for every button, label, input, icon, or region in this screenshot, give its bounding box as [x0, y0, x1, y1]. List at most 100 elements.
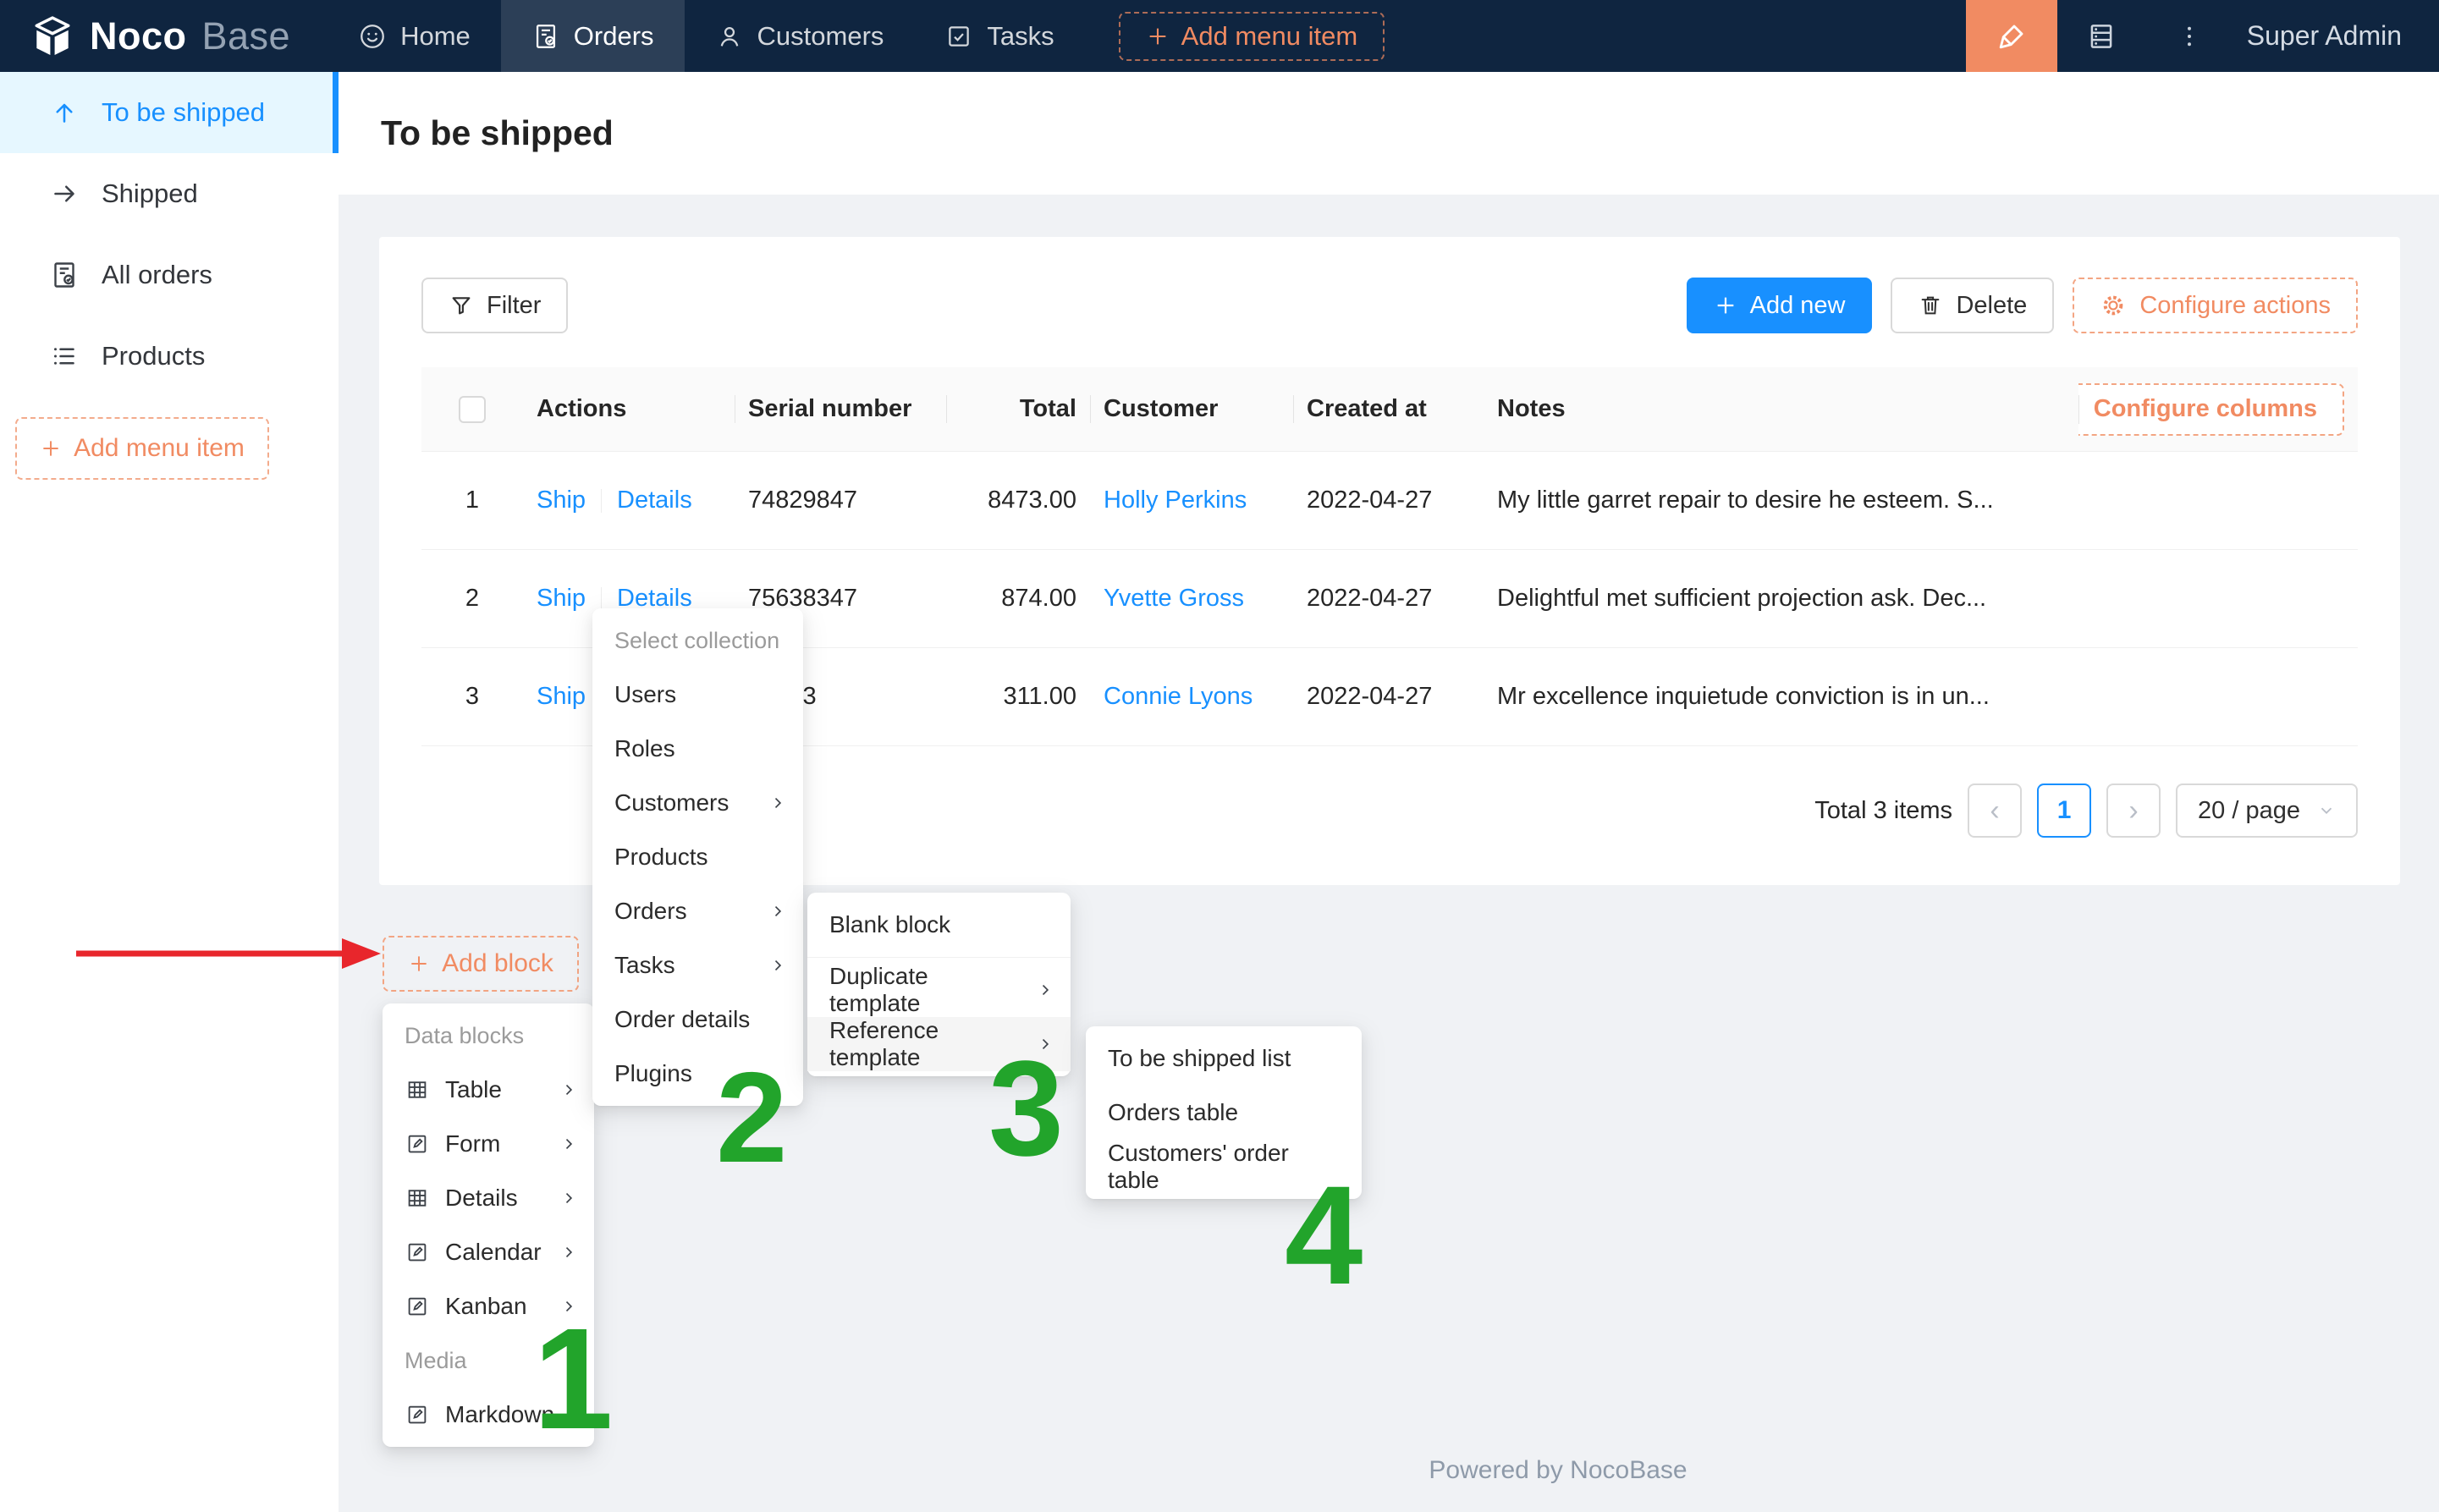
row-index: 1: [421, 487, 523, 514]
configure-columns-button[interactable]: Configure columns: [2078, 383, 2344, 436]
link-divider: [601, 489, 602, 513]
table-header-row: Actions Serial number Total Customer Cre…: [421, 367, 2358, 452]
annotation-step-1: 1: [533, 1307, 614, 1451]
chevron-right-icon: ›: [2128, 794, 2138, 827]
total-cell: 311.00: [946, 683, 1090, 711]
database-button[interactable]: [2057, 0, 2145, 72]
plus-icon: [408, 953, 430, 975]
chevron-right-icon: [560, 1081, 577, 1098]
nav-item-tasks[interactable]: Tasks: [914, 0, 1084, 72]
annotation-step-2: 2: [716, 1053, 788, 1182]
menu-item-to-be-shipped-list[interactable]: To be shipped list: [1086, 1031, 1362, 1086]
customer-link[interactable]: Yvette Gross: [1104, 585, 1244, 612]
chevron-right-icon: [769, 794, 786, 811]
ui-editor-button[interactable]: [1966, 0, 2057, 72]
add-block-button[interactable]: Add block: [383, 936, 579, 992]
chevron-right-icon: [769, 903, 786, 920]
file-check-icon: [49, 260, 80, 290]
pagination-total: Total 3 items: [1814, 797, 1952, 825]
delete-label: Delete: [1956, 292, 2027, 320]
next-page-button[interactable]: ›: [2106, 783, 2161, 838]
nav-item-label: Customers: [757, 21, 884, 52]
form-edit-icon: [405, 1294, 430, 1319]
menu-item-orders-table[interactable]: Orders table: [1086, 1086, 1362, 1140]
menu-item-order-details[interactable]: Order details: [592, 992, 803, 1047]
brand-text-light: Base: [202, 14, 291, 58]
plus-icon: [40, 437, 62, 459]
funnel-icon: [449, 293, 474, 318]
notes-cell: My little garret repair to desire he est…: [1484, 487, 2078, 514]
sidebar-add-menu-item-label: Add menu item: [74, 434, 245, 463]
created-at-cell: 2022-04-27: [1293, 487, 1484, 514]
red-annotation-arrow: [71, 932, 386, 979]
menu-item-label: Duplicate template: [829, 963, 1021, 1017]
header-actions: Actions: [523, 395, 735, 423]
select-collection-menu: Select collection Users Roles Customers …: [592, 608, 803, 1106]
notes-cell: Mr excellence inquietude conviction is i…: [1484, 683, 2078, 711]
sidebar-item-shipped[interactable]: Shipped: [0, 153, 339, 234]
nocobase-cube-icon: [30, 14, 74, 58]
nav-item-home[interactable]: Home: [328, 0, 501, 72]
menu-item-users[interactable]: Users: [592, 668, 803, 722]
menu-item-customers[interactable]: Customers: [592, 776, 803, 830]
header-serial-number: Serial number: [735, 395, 946, 423]
chevron-right-icon: [1037, 981, 1054, 998]
nav-item-customers[interactable]: Customers: [685, 0, 915, 72]
list-icon: [49, 341, 80, 371]
menu-item-orders[interactable]: Orders: [592, 884, 803, 938]
created-at-cell: 2022-04-27: [1293, 585, 1484, 613]
arrow-up-icon: [49, 97, 80, 128]
menu-item-form[interactable]: Form: [383, 1117, 594, 1171]
header-checkbox-cell: [421, 396, 523, 423]
nav-item-label: Tasks: [987, 21, 1054, 52]
ship-link[interactable]: Ship: [537, 585, 586, 613]
filter-button[interactable]: Filter: [421, 278, 568, 333]
form-edit-icon: [405, 1402, 430, 1427]
configure-actions-button[interactable]: Configure actions: [2073, 278, 2358, 333]
page-1-button[interactable]: 1: [2037, 783, 2091, 838]
menu-item-blank-block[interactable]: Blank block: [807, 898, 1071, 952]
add-new-button[interactable]: Add new: [1687, 278, 1873, 333]
form-edit-icon: [405, 1131, 430, 1157]
chevron-right-icon: [560, 1244, 577, 1261]
header-notes: Notes: [1484, 395, 2078, 423]
details-link[interactable]: Details: [617, 487, 692, 514]
menu-item-details[interactable]: Details: [383, 1171, 594, 1225]
notes-cell: Delightful met sufficient projection ask…: [1484, 585, 2078, 613]
menu-item-label: To be shipped list: [1108, 1045, 1345, 1072]
menu-item-table[interactable]: Table: [383, 1063, 594, 1117]
page-size-select[interactable]: 20 / page: [2176, 783, 2358, 838]
nav-item-orders[interactable]: Orders: [501, 0, 685, 72]
more-menu-button[interactable]: [2145, 0, 2233, 72]
configure-columns-label: Configure columns: [2094, 395, 2317, 423]
chevron-right-icon: [769, 957, 786, 974]
customer-link[interactable]: Connie Lyons: [1104, 683, 1253, 710]
serial-cell: 74829847: [735, 487, 946, 514]
row-index: 3: [421, 683, 523, 711]
ship-link[interactable]: Ship: [537, 487, 586, 514]
menu-item-tasks[interactable]: Tasks: [592, 938, 803, 992]
nocobase-logo[interactable]: NocoBase: [0, 14, 328, 58]
menu-item-products[interactable]: Products: [592, 830, 803, 884]
menu-item-label: Customers: [614, 789, 754, 816]
sidebar-item-to-be-shipped[interactable]: To be shipped: [0, 72, 339, 153]
sidebar-add-menu-item-button[interactable]: Add menu item: [15, 417, 269, 480]
header-configure-cell: Configure columns: [2078, 383, 2358, 436]
menu-item-calendar[interactable]: Calendar: [383, 1225, 594, 1279]
delete-button[interactable]: Delete: [1891, 278, 2054, 333]
user-menu[interactable]: Super Admin: [2233, 20, 2439, 52]
page-title: To be shipped: [381, 113, 614, 153]
menu-item-label: Products: [614, 844, 786, 871]
sidebar-item-all-orders[interactable]: All orders: [0, 234, 339, 316]
ship-link[interactable]: Ship: [537, 683, 586, 711]
nav-add-menu-item-button[interactable]: Add menu item: [1119, 12, 1385, 61]
toolbar-right-actions: Add new Delete: [1687, 278, 2358, 333]
sidebar-item-products[interactable]: Products: [0, 316, 339, 397]
customer-link[interactable]: Holly Perkins: [1104, 487, 1247, 514]
menu-item-duplicate-template[interactable]: Duplicate template: [807, 963, 1071, 1017]
menu-item-roles[interactable]: Roles: [592, 722, 803, 776]
menu-item-label: Roles: [614, 735, 786, 762]
select-all-checkbox[interactable]: [459, 396, 486, 423]
prev-page-button[interactable]: ‹: [1968, 783, 2022, 838]
powered-by-footer: Powered by NocoBase: [677, 1456, 2439, 1485]
